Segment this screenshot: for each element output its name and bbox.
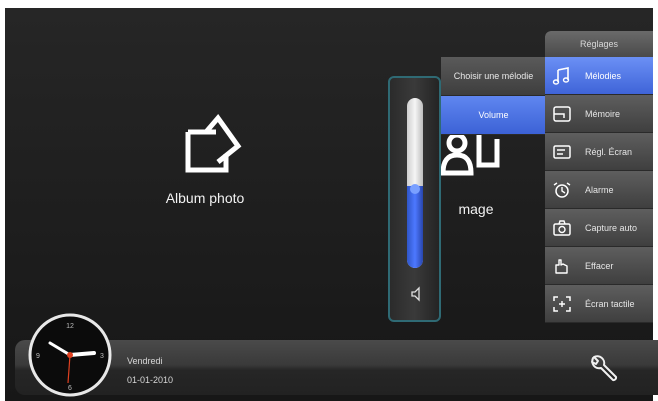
menu-item-erase[interactable]: Effacer xyxy=(545,247,653,285)
clock-numeral-3: 3 xyxy=(100,353,104,360)
memory-card-icon xyxy=(553,106,571,122)
clock-numeral-9: 9 xyxy=(36,353,40,360)
alarm-clock-icon xyxy=(553,182,571,198)
menu-item-alarm[interactable]: Alarme xyxy=(545,171,653,209)
menu-item-touchscreen[interactable]: Écran tactile xyxy=(545,285,653,323)
submenu-item-choose-melody[interactable]: Choisir une mélodie xyxy=(441,57,546,96)
wrench-icon[interactable] xyxy=(585,352,621,388)
day-label: Vendredi xyxy=(127,356,163,366)
menu-item-label: Alarme xyxy=(585,185,614,195)
screen-settings-icon xyxy=(553,145,571,159)
clock-center xyxy=(67,352,73,358)
menu-item-label: Écran tactile xyxy=(585,299,635,309)
date-label: 01-01-2010 xyxy=(127,375,174,385)
erase-hand-icon xyxy=(555,259,568,274)
menu-item-memory[interactable]: Mémoire xyxy=(545,95,653,133)
menu-item-screen-settings[interactable]: Régl. Écran xyxy=(545,133,653,171)
settings-menu: Réglages Mélodies Mémoire Régl. Écran Al… xyxy=(545,31,653,323)
camera-icon xyxy=(553,220,571,236)
touchscreen-icon xyxy=(553,296,571,312)
image-label: mage xyxy=(458,201,494,217)
submenu-item-volume[interactable]: Volume xyxy=(441,96,546,135)
menu-item-label: Capture auto xyxy=(585,223,638,233)
menu-item-label: Mélodies xyxy=(585,71,622,81)
image-person-icon xyxy=(440,129,500,176)
volume-fill xyxy=(407,186,423,268)
menu-item-label: Effacer xyxy=(585,261,614,271)
menu-item-label: Régl. Écran xyxy=(585,147,633,157)
album-photo-label: Album photo xyxy=(165,190,245,206)
clock-hour-hand xyxy=(68,351,96,357)
melodies-submenu: Choisir une mélodie Volume xyxy=(441,57,546,135)
menu-item-melodies[interactable]: Mélodies xyxy=(545,57,653,95)
volume-knob[interactable] xyxy=(410,184,420,194)
clock-numeral-6: 6 xyxy=(68,385,72,392)
menu-item-label: Mémoire xyxy=(585,109,621,119)
volume-slider[interactable] xyxy=(407,98,423,268)
clock-numeral-12: 12 xyxy=(66,323,74,330)
speaker-icon xyxy=(411,286,420,302)
music-note-icon xyxy=(552,67,570,85)
settings-menu-title: Réglages xyxy=(545,31,653,57)
volume-panel xyxy=(388,76,441,322)
album-photo-icon xyxy=(185,113,242,173)
menu-item-auto-capture[interactable]: Capture auto xyxy=(545,209,653,247)
album-photo-tile[interactable]: Album photo xyxy=(140,112,270,206)
image-tile[interactable]: mage xyxy=(430,125,510,217)
analog-clock: 12 3 6 9 xyxy=(28,313,112,397)
